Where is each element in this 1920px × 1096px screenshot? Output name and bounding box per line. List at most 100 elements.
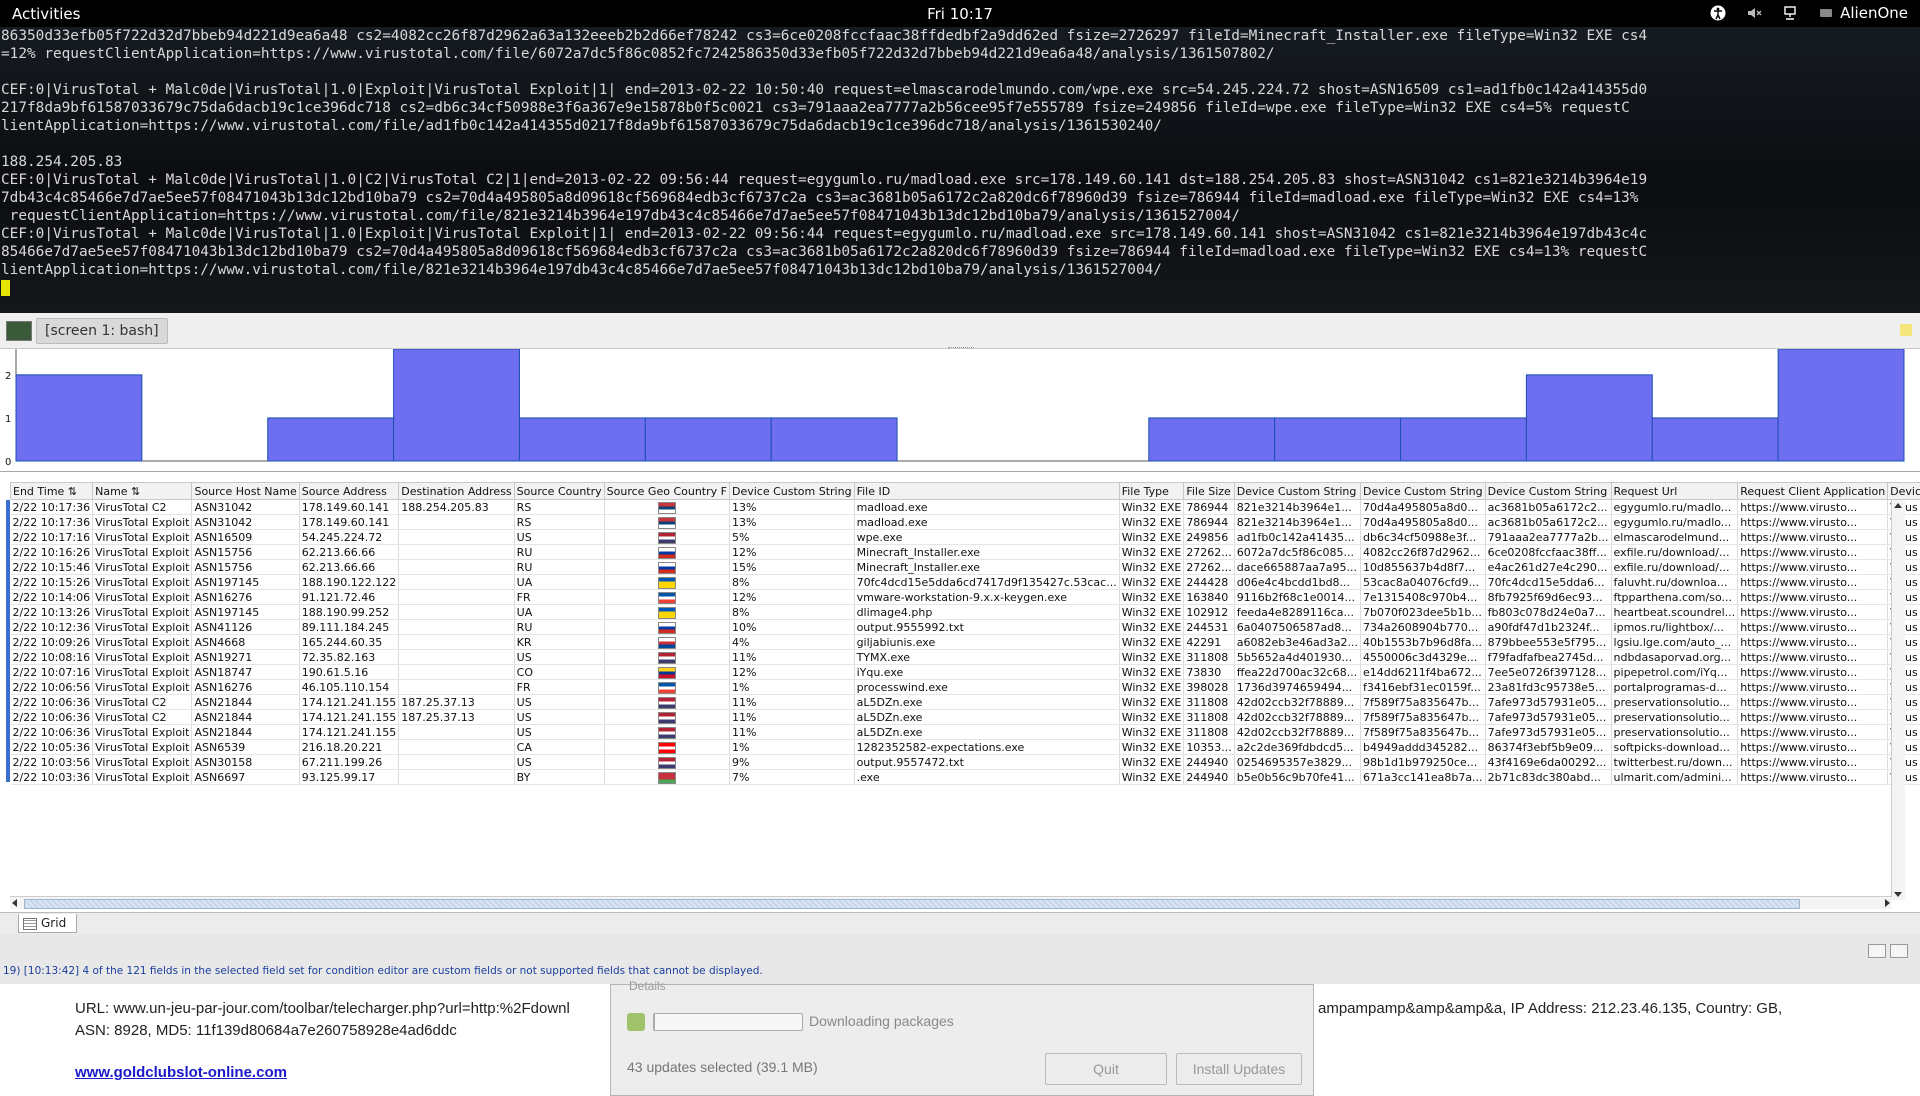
country-flag-icon xyxy=(657,696,676,709)
terminal-line: lientApplication=https://www.virustotal.… xyxy=(1,118,1162,134)
table-cell: portalprogramas-d... xyxy=(1611,679,1739,695)
table-row[interactable]: 2/22 10:06:36 VirusTotal C2 ASN21844 174.12… xyxy=(10,694,1920,710)
scroll-down-icon[interactable] xyxy=(1894,892,1902,897)
tab-grid[interactable]: Grid xyxy=(18,914,78,933)
clock[interactable]: Fri 10:17 xyxy=(0,5,1920,23)
histogram-bar[interactable] xyxy=(1274,417,1402,462)
histogram-bar[interactable] xyxy=(1651,417,1779,462)
histogram-bar[interactable] xyxy=(267,417,395,462)
table-row[interactable]: 2/22 10:03:36 VirusTotal Exploit ASN6697 93… xyxy=(10,769,1920,785)
scroll-left-icon[interactable] xyxy=(12,899,17,907)
table-row[interactable]: 2/22 10:05:36 VirusTotal Exploit ASN6539 21… xyxy=(10,739,1920,755)
table-cell: ASN41126 xyxy=(191,619,300,635)
table-cell: output.9557472.txt xyxy=(854,754,1120,770)
histogram-bar[interactable] xyxy=(770,417,898,462)
column-header[interactable]: Devic xyxy=(1887,482,1920,500)
table-cell: 42d02ccb32f78889... xyxy=(1234,709,1362,725)
table-cell: 43f4169e6da00292... xyxy=(1485,754,1612,770)
options-icon[interactable] xyxy=(1890,944,1908,958)
site-link[interactable]: www.goldclubslot-online.com xyxy=(75,1064,287,1081)
table-row[interactable]: 2/22 10:17:36 VirusTotal Exploit ASN31042 1… xyxy=(10,514,1920,530)
table-row[interactable]: 2/22 10:12:36 VirusTotal Exploit ASN41126 8… xyxy=(10,619,1920,635)
terminal-app-icon[interactable] xyxy=(6,321,32,341)
table-row[interactable]: 2/22 10:16:26 VirusTotal Exploit ASN15756 6… xyxy=(10,544,1920,560)
table-cell: 42291 xyxy=(1183,634,1235,650)
table-row[interactable]: 2/22 10:09:26 VirusTotal Exploit ASN4668 16… xyxy=(10,634,1920,650)
help-icon[interactable] xyxy=(1868,944,1886,958)
user-name: AlienOne xyxy=(1840,4,1908,22)
column-header[interactable]: Destination Address xyxy=(398,482,515,500)
column-header[interactable]: Device Custom String xyxy=(1360,482,1486,500)
table-cell: b5e0b56c9b70fe41... xyxy=(1234,769,1362,785)
table-row[interactable]: 2/22 10:06:36 VirusTotal C2 ASN21844 174.12… xyxy=(10,709,1920,725)
volume-muted-icon[interactable] xyxy=(1746,5,1762,21)
terminal-prompt-line[interactable] xyxy=(0,279,1920,297)
column-header[interactable]: Source Country xyxy=(513,482,605,500)
column-header[interactable]: Request Url xyxy=(1610,482,1739,500)
vertical-scrollbar[interactable] xyxy=(1891,500,1905,900)
accessibility-icon[interactable] xyxy=(1710,5,1726,21)
histogram-bar[interactable] xyxy=(644,417,772,462)
column-header[interactable]: Source Geo Country F xyxy=(603,482,730,500)
histogram-bar[interactable] xyxy=(1148,417,1276,462)
histogram-bar[interactable] xyxy=(1525,374,1653,462)
horizontal-scroll-thumb[interactable] xyxy=(24,899,1800,909)
table-cell: d06e4c4bcdd1bd8... xyxy=(1234,574,1362,590)
sort-icon[interactable]: ⇅ xyxy=(128,485,140,498)
table-row[interactable]: 2/22 10:06:36 VirusTotal Exploit ASN21844 1… xyxy=(10,724,1920,740)
column-header[interactable]: Request Client Application xyxy=(1737,482,1889,500)
geo-flag-cell xyxy=(604,589,730,605)
sort-icon[interactable]: ⇅ xyxy=(64,485,77,498)
tab-grid-label: Grid xyxy=(41,916,67,930)
histogram-bar[interactable] xyxy=(15,374,143,462)
table-cell: https://www.virusto... xyxy=(1737,694,1889,710)
scroll-right-icon[interactable] xyxy=(1885,899,1890,907)
column-header[interactable]: Source Address xyxy=(298,482,400,500)
table-row[interactable]: 2/22 10:15:26 VirusTotal Exploit ASN197145… xyxy=(10,574,1920,590)
scroll-up-icon[interactable] xyxy=(1894,503,1902,508)
table-row[interactable]: 2/22 10:17:16 VirusTotal Exploit ASN16509 5… xyxy=(10,529,1920,545)
user-menu[interactable]: AlienOne xyxy=(1818,4,1908,22)
table-row[interactable]: 2/22 10:13:26 VirusTotal Exploit ASN197145… xyxy=(10,604,1920,620)
details-expander[interactable]: Details xyxy=(629,979,666,993)
histogram-bar[interactable] xyxy=(1400,417,1527,462)
install-updates-button[interactable]: Install Updates xyxy=(1176,1053,1302,1085)
column-header[interactable]: Device Custom String xyxy=(1484,482,1612,500)
table-cell: 4550006c3d4329e... xyxy=(1360,649,1486,665)
table-cell: 2/22 10:03:56 xyxy=(10,754,94,770)
table-cell: https://www.virusto... xyxy=(1737,724,1889,740)
table-row[interactable]: 2/22 10:15:46 VirusTotal Exploit ASN15756 6… xyxy=(10,559,1920,575)
terminal-line: requestClientApplication=https://www.vir… xyxy=(1,208,1240,224)
column-header[interactable]: File Type xyxy=(1118,482,1185,500)
table-cell: 93.125.99.17 xyxy=(299,769,400,785)
event-grid: End Time ⇅ Name ⇅ Source Host Name Source A… xyxy=(9,482,1920,785)
column-header[interactable]: File Size xyxy=(1183,482,1235,500)
table-row[interactable]: 2/22 10:06:56 VirusTotal Exploit ASN16276 4… xyxy=(10,679,1920,695)
quit-button[interactable]: Quit xyxy=(1045,1053,1167,1085)
column-header[interactable]: Device Custom String xyxy=(1233,482,1362,500)
table-row[interactable]: 2/22 10:17:36 VirusTotal C2 ASN31042 178.14… xyxy=(10,499,1920,515)
table-cell: Win32 EXE xyxy=(1119,574,1185,590)
notification-icon[interactable] xyxy=(1900,324,1912,336)
network-icon[interactable] xyxy=(1782,5,1798,21)
table-cell: ASN21844 xyxy=(191,724,300,740)
table-row[interactable]: 2/22 10:03:56 VirusTotal Exploit ASN30158 6… xyxy=(10,754,1920,770)
column-header[interactable]: End Time ⇅ xyxy=(9,482,94,500)
geo-flag-cell xyxy=(604,529,730,545)
histogram-bar[interactable] xyxy=(518,417,646,462)
horizontal-scrollbar[interactable] xyxy=(10,896,1892,909)
histogram-bar[interactable] xyxy=(393,349,520,462)
column-header[interactable]: Name ⇅ xyxy=(92,482,193,500)
table-row[interactable]: 2/22 10:08:16 VirusTotal Exploit ASN19271 7… xyxy=(10,649,1920,665)
table-row[interactable]: 2/22 10:14:06 VirusTotal Exploit ASN16276 9… xyxy=(10,589,1920,605)
column-header[interactable]: Source Host Name xyxy=(191,482,300,500)
terminal-window[interactable]: 86350d33efb05f722d32d7bbeb94d221d9ea6a48… xyxy=(0,27,1920,313)
histogram-bar[interactable] xyxy=(1777,349,1905,462)
table-row[interactable]: 2/22 10:07:16 VirusTotal Exploit ASN18747 1… xyxy=(10,664,1920,680)
terminal-tab-screen1[interactable]: [screen 1: bash] xyxy=(36,318,168,344)
column-header[interactable]: Device Custom String xyxy=(728,482,855,500)
column-header[interactable]: File ID xyxy=(853,482,1120,500)
table-cell: 62.213.66.66 xyxy=(299,544,400,560)
